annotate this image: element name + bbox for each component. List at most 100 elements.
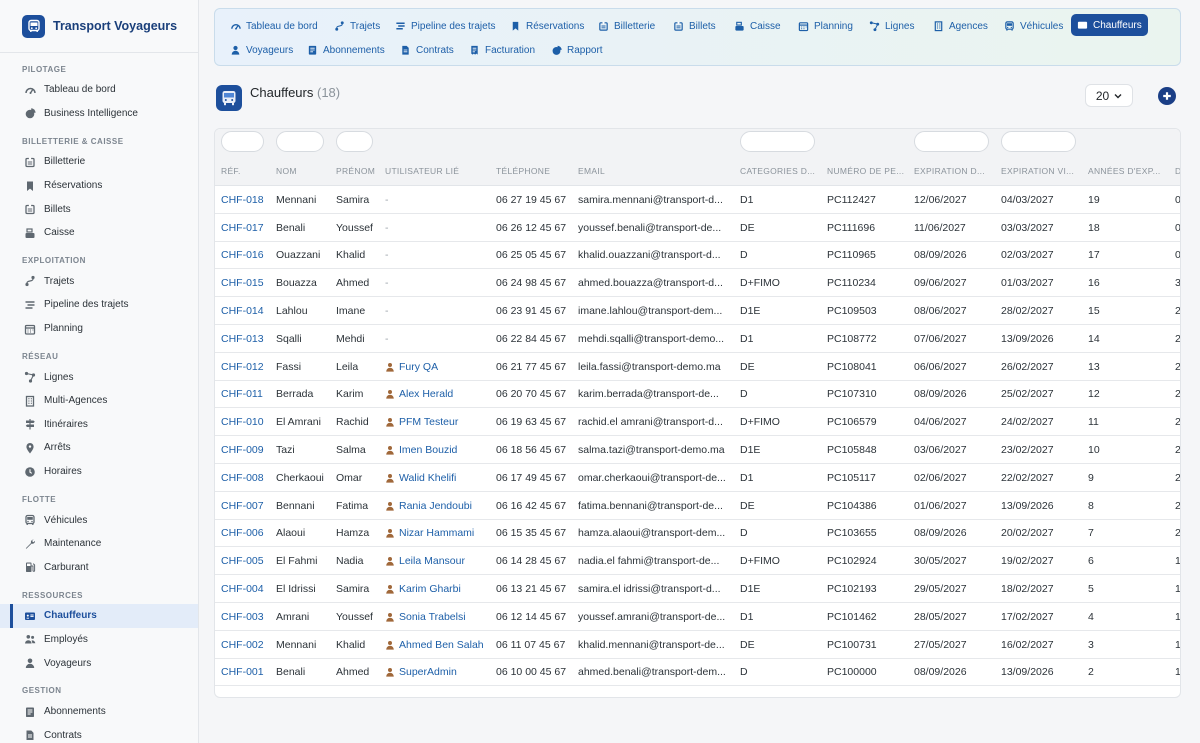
column-header[interactable]: TÉLÉPHONE (496, 156, 576, 186)
cell-ref[interactable]: CHF-009 (221, 436, 271, 464)
cell-user[interactable]: SuperAdmin (385, 659, 490, 687)
column-header[interactable]: EXPIRATION D... (914, 156, 998, 186)
cell-ref[interactable]: CHF-014 (221, 297, 271, 325)
linked-user-name[interactable]: Karim Gharbi (399, 583, 461, 595)
table-row[interactable]: CHF-002 Mennani Khalid Ahmed Ben Salah 06 11… (215, 631, 1180, 659)
table-row[interactable]: CHF-006 Alaoui Hamza Nizar Hammami 06 15 35 … (215, 520, 1180, 548)
sidebar-item-employes[interactable]: Employés (0, 628, 198, 652)
sidebar-item-maintenance[interactable]: Maintenance (0, 532, 198, 556)
tab-vehicules[interactable]: Véhicules (998, 15, 1069, 37)
column-filter-input[interactable] (740, 131, 815, 152)
tab-pipeline-des-trajets[interactable]: Pipeline des trajets (389, 15, 502, 37)
tab-contrats[interactable]: Contrats (394, 39, 460, 61)
sidebar-item-pipeline-des-trajets[interactable]: Pipeline des trajets (0, 293, 198, 317)
column-header[interactable]: EMAIL (578, 156, 736, 186)
cell-user[interactable]: Ahmed Ben Salah (385, 631, 490, 659)
column-header[interactable]: NUMÉRO DE PE... (827, 156, 911, 186)
sidebar-item-multi-agences[interactable]: Multi-Agences (0, 389, 198, 413)
cell-ref[interactable]: CHF-004 (221, 575, 271, 603)
sidebar-item-itineraires[interactable]: Itinéraires (0, 413, 198, 437)
linked-user-name[interactable]: Ahmed Ben Salah (399, 639, 484, 651)
tab-tableau-de-bord[interactable]: Tableau de bord (224, 15, 324, 37)
table-row[interactable]: CHF-008 Cherkaoui Omar Walid Khelifi 06 17 4… (215, 464, 1180, 492)
cell-ref[interactable]: CHF-007 (221, 492, 271, 520)
cell-ref[interactable]: CHF-012 (221, 353, 271, 381)
linked-user-name[interactable]: Sonia Trabelsi (399, 611, 466, 623)
cell-ref[interactable]: CHF-017 (221, 214, 271, 242)
sidebar-item-reservations[interactable]: Réservations (0, 174, 198, 198)
sidebar-item-abonnements[interactable]: Abonnements (0, 700, 198, 724)
table-row[interactable]: CHF-014 Lahlou Imane - 06 23 91 45 67 imane.l… (215, 297, 1180, 325)
sidebar-item-chauffeurs[interactable]: Chauffeurs (0, 604, 198, 628)
cell-user[interactable]: Imen Bouzid (385, 436, 490, 464)
cell-user[interactable]: Leila Mansour (385, 547, 490, 575)
column-filter-input[interactable] (276, 131, 324, 152)
table-row[interactable]: CHF-012 Fassi Leila Fury QA 06 21 77 45 67 le… (215, 353, 1180, 381)
tab-lignes[interactable]: Lignes (863, 15, 920, 37)
table-row[interactable]: CHF-007 Bennani Fatima Rania Jendoubi 06 16 … (215, 492, 1180, 520)
column-header[interactable]: ANNÉES D'EXP... (1088, 156, 1172, 186)
linked-user-name[interactable]: Imen Bouzid (399, 444, 457, 456)
column-filter-input[interactable] (221, 131, 264, 152)
sidebar-item-voyageurs[interactable]: Voyageurs (0, 651, 198, 675)
sidebar-item-planning[interactable]: Planning (0, 317, 198, 341)
column-header[interactable]: D (1175, 156, 1180, 186)
linked-user-name[interactable]: SuperAdmin (399, 666, 457, 678)
sidebar-item-caisse[interactable]: Caisse (0, 221, 198, 245)
table-row[interactable]: CHF-004 El Idrissi Samira Karim Gharbi 06 13… (215, 575, 1180, 603)
column-header[interactable]: RÉF. (221, 156, 271, 186)
sidebar-item-business-intelligence[interactable]: Business Intelligence (0, 102, 198, 126)
tab-caisse[interactable]: Caisse (728, 15, 787, 37)
table-row[interactable]: CHF-017 Benali Youssef - 06 26 12 45 67 youss… (215, 214, 1180, 242)
cell-ref[interactable]: CHF-013 (221, 325, 271, 353)
cell-ref[interactable]: CHF-008 (221, 464, 271, 492)
cell-ref[interactable]: CHF-006 (221, 520, 271, 548)
linked-user-name[interactable]: Rania Jendoubi (399, 500, 472, 512)
cell-ref[interactable]: CHF-005 (221, 547, 271, 575)
linked-user-name[interactable]: Nizar Hammami (399, 527, 474, 539)
tab-abonnements[interactable]: Abonnements (301, 39, 391, 61)
table-row[interactable]: CHF-016 Ouazzani Khalid - 06 25 05 45 67 khal… (215, 242, 1180, 270)
cell-ref[interactable]: CHF-002 (221, 631, 271, 659)
tab-reservations[interactable]: Réservations (504, 15, 590, 37)
cell-ref[interactable]: CHF-018 (221, 186, 271, 214)
brand[interactable]: Transport Voyageurs (0, 0, 198, 53)
tab-agences[interactable]: Agences (927, 15, 994, 37)
column-header[interactable]: UTILISATEUR LIÉ (385, 156, 490, 186)
sidebar-item-vehicules[interactable]: Véhicules (0, 508, 198, 532)
tab-trajets[interactable]: Trajets (328, 15, 386, 37)
cell-ref[interactable]: CHF-001 (221, 659, 271, 687)
linked-user-name[interactable]: Walid Khelifi (399, 472, 456, 484)
sidebar-item-horaires[interactable]: Horaires (0, 460, 198, 484)
linked-user-name[interactable]: Fury QA (399, 361, 438, 373)
column-header[interactable]: PRÉNOM (336, 156, 384, 186)
tab-billets[interactable]: Billets (667, 15, 722, 37)
cell-user[interactable]: Sonia Trabelsi (385, 603, 490, 631)
tab-facturation[interactable]: Facturation (463, 39, 541, 61)
add-driver-button[interactable] (1158, 87, 1176, 105)
cell-user[interactable]: Fury QA (385, 353, 490, 381)
linked-user-name[interactable]: PFM Testeur (399, 416, 458, 428)
sidebar-item-billets[interactable]: Billets (0, 197, 198, 221)
sidebar-item-trajets[interactable]: Trajets (0, 270, 198, 294)
column-filter-input[interactable] (336, 131, 373, 152)
table-row[interactable]: CHF-003 Amrani Youssef Sonia Trabelsi 06 12 … (215, 603, 1180, 631)
cell-user[interactable]: Karim Gharbi (385, 575, 490, 603)
cell-ref[interactable]: CHF-003 (221, 603, 271, 631)
cell-user[interactable]: PFM Testeur (385, 408, 490, 436)
tab-rapport[interactable]: Rapport (545, 39, 609, 61)
table-row[interactable]: CHF-013 Sqalli Mehdi - 06 22 84 45 67 mehdi.s… (215, 325, 1180, 353)
sidebar-item-lignes[interactable]: Lignes (0, 365, 198, 389)
table-row[interactable]: CHF-009 Tazi Salma Imen Bouzid 06 18 56 45 6… (215, 436, 1180, 464)
tab-billetterie[interactable]: Billetterie (592, 15, 661, 37)
cell-ref[interactable]: CHF-010 (221, 408, 271, 436)
column-filter-input[interactable] (1001, 131, 1076, 152)
tab-planning[interactable]: Planning (792, 15, 859, 37)
cell-ref[interactable]: CHF-011 (221, 381, 271, 409)
column-header[interactable]: NOM (276, 156, 331, 186)
table-row[interactable]: CHF-011 Berrada Karim Alex Herald 06 20 70 4… (215, 381, 1180, 409)
tab-voyageurs[interactable]: Voyageurs (224, 39, 299, 61)
cell-ref[interactable]: CHF-015 (221, 269, 271, 297)
linked-user-name[interactable]: Alex Herald (399, 388, 453, 400)
cell-ref[interactable]: CHF-016 (221, 242, 271, 270)
